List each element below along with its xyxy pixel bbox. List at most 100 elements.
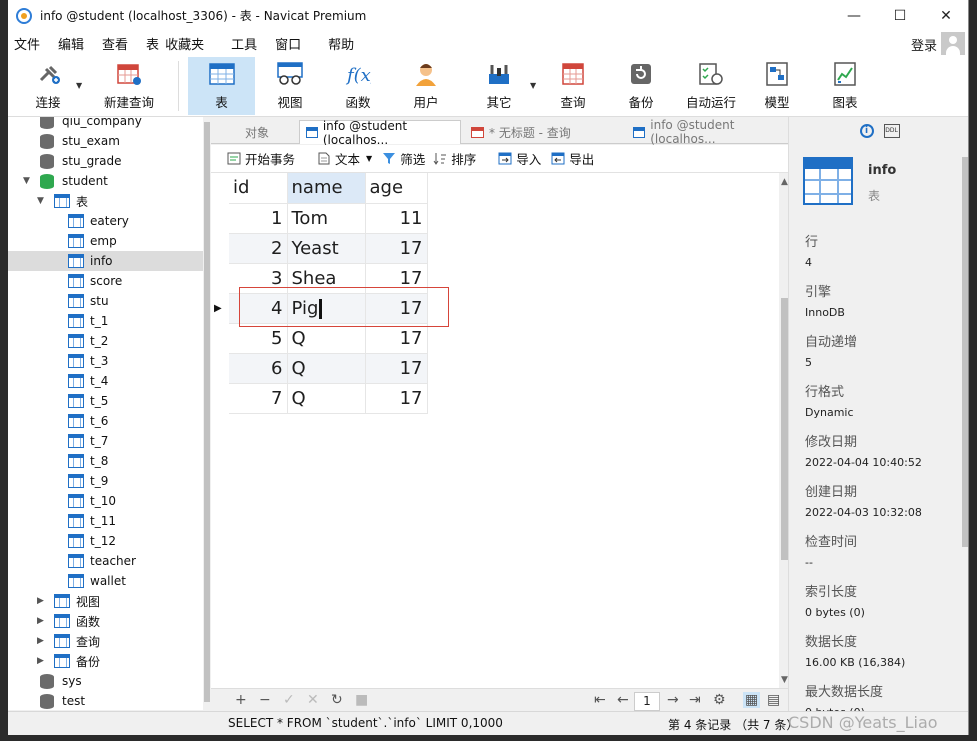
sidebar-item-t_3[interactable]: t_3 (8, 351, 203, 371)
table-button[interactable]: 表 (188, 57, 255, 115)
chart-button[interactable]: 图表 (816, 57, 874, 115)
sidebar-item-t_11[interactable]: t_11 (8, 511, 203, 531)
sidebar-item-t_9[interactable]: t_9 (8, 471, 203, 491)
sidebar-item-视图[interactable]: ▶ 视图 (8, 591, 203, 611)
info-icon[interactable]: i (859, 123, 874, 138)
settings-gear-icon[interactable]: ⚙ (713, 692, 726, 708)
sidebar-item-t_10[interactable]: t_10 (8, 491, 203, 511)
sidebar-item-emp[interactable]: emp (8, 231, 203, 251)
cell-name[interactable]: Q (287, 323, 366, 354)
sidebar-item-备份[interactable]: ▶ 备份 (8, 651, 203, 671)
cell-name[interactable]: Tom (287, 203, 366, 234)
chevron-right-icon[interactable]: ▶ (37, 656, 44, 666)
chevron-down-icon[interactable]: ▼ (76, 81, 82, 90)
cell-name[interactable]: Yeast (287, 233, 366, 264)
tab-untitled-query[interactable]: * 无标题 - 查询 (465, 120, 625, 144)
sidebar-item-stu_exam[interactable]: stu_exam (8, 131, 203, 151)
model-button[interactable]: 模型 (748, 57, 806, 115)
scroll-up-icon[interactable]: ▲ (781, 177, 788, 187)
table-row[interactable]: 2 Yeast 17 (229, 233, 428, 264)
apply-check-icon[interactable]: ✓ (283, 692, 295, 708)
function-button[interactable]: f(x) 函数 (328, 57, 388, 115)
minimize-button[interactable]: — (831, 0, 877, 31)
table-row[interactable]: 1 Tom 11 (229, 203, 428, 234)
tab-info-table-2[interactable]: info @student (localhos... (627, 118, 793, 146)
cell-age[interactable]: 17 (365, 323, 428, 354)
last-page-icon[interactable]: ⇥ (689, 692, 701, 708)
other-button[interactable]: 其它 (470, 57, 528, 115)
sidebar-item-score[interactable]: score (8, 271, 203, 291)
maximize-button[interactable]: ☐ (877, 0, 923, 31)
login-button[interactable]: 登录 (911, 35, 937, 54)
sidebar-item-t_5[interactable]: t_5 (8, 391, 203, 411)
column-header-name[interactable]: name (287, 173, 366, 204)
add-record-icon[interactable]: + (235, 692, 247, 708)
ddl-icon[interactable]: DDL (883, 123, 900, 138)
cell-age[interactable]: 17 (365, 353, 428, 384)
sidebar-scroll-thumb[interactable] (204, 122, 210, 702)
sidebar-item-t_4[interactable]: t_4 (8, 371, 203, 391)
import-button[interactable]: 导入 (498, 149, 541, 168)
text-button[interactable]: 文本 ▼ (317, 149, 372, 168)
discard-x-icon[interactable]: ✕ (307, 692, 319, 708)
sidebar-item-stu[interactable]: stu (8, 291, 203, 311)
menu-view[interactable]: 查看 (93, 34, 137, 53)
sidebar-item-student[interactable]: ▼ student (8, 171, 203, 191)
sidebar-item-wallet[interactable]: wallet (8, 571, 203, 591)
chevron-down-icon[interactable]: ▼ (530, 81, 536, 90)
menu-edit[interactable]: 编辑 (49, 34, 93, 53)
form-view-icon[interactable]: ▤ (767, 692, 780, 708)
cell-id[interactable]: 2 (229, 233, 288, 264)
sidebar-item-t_2[interactable]: t_2 (8, 331, 203, 351)
table-row[interactable]: 7 Q 17 (229, 383, 428, 414)
prev-page-icon[interactable]: ← (617, 692, 629, 708)
auto-run-button[interactable]: 自动运行 (676, 57, 746, 115)
connect-button[interactable]: 连接 (22, 57, 74, 115)
user-button[interactable]: 用户 (396, 57, 456, 115)
sidebar-item-teacher[interactable]: teacher (8, 551, 203, 571)
filter-button[interactable]: 筛选 (382, 149, 425, 168)
sidebar-item-eatery[interactable]: eatery (8, 211, 203, 231)
menu-tools[interactable]: 工具 (213, 34, 266, 53)
cell-name[interactable]: Q (287, 353, 366, 384)
sidebar-item-sys[interactable]: sys (8, 671, 203, 691)
cell-age[interactable]: 17 (365, 233, 428, 264)
next-page-icon[interactable]: → (667, 692, 679, 708)
cell-id[interactable]: 7 (229, 383, 288, 414)
sidebar-item-t_12[interactable]: t_12 (8, 531, 203, 551)
cell-name[interactable]: Q (287, 383, 366, 414)
stop-icon[interactable]: ■ (355, 692, 368, 708)
scroll-down-icon[interactable]: ▼ (781, 675, 788, 685)
sidebar-item-qiu_company[interactable]: qiu_company (8, 117, 203, 131)
sidebar-item-stu_grade[interactable]: stu_grade (8, 151, 203, 171)
sidebar-item-查询[interactable]: ▶ 查询 (8, 631, 203, 651)
grid-view-icon[interactable]: ▦ (743, 692, 761, 708)
sidebar-item-表[interactable]: ▼ 表 (8, 191, 203, 211)
menu-help[interactable]: 帮助 (310, 34, 363, 53)
sidebar-item-t_7[interactable]: t_7 (8, 431, 203, 451)
sidebar-item-t_8[interactable]: t_8 (8, 451, 203, 471)
sidebar-item-函数[interactable]: ▶ 函数 (8, 611, 203, 631)
query-button[interactable]: 查询 (544, 57, 602, 115)
menu-table[interactable]: 表 (137, 34, 162, 53)
column-header-id[interactable]: id (229, 173, 288, 204)
tab-objects[interactable]: 对象 (239, 120, 294, 144)
view-button[interactable]: 视图 (260, 57, 320, 115)
sidebar-item-t_1[interactable]: t_1 (8, 311, 203, 331)
cell-id[interactable]: 5 (229, 323, 288, 354)
chevron-down-icon[interactable]: ▼ (37, 196, 44, 206)
cell-id[interactable]: 1 (229, 203, 288, 234)
first-page-icon[interactable]: ⇤ (594, 692, 606, 708)
info-panel-scroll-thumb[interactable] (962, 157, 968, 547)
sidebar-item-info[interactable]: info (8, 251, 203, 271)
delete-record-icon[interactable]: − (259, 692, 271, 708)
table-row[interactable]: 6 Q 17 (229, 353, 428, 384)
chevron-down-icon[interactable]: ▼ (23, 176, 30, 186)
refresh-icon[interactable]: ↻ (331, 692, 343, 708)
column-header-age[interactable]: age (365, 173, 428, 204)
chevron-right-icon[interactable]: ▶ (37, 636, 44, 646)
close-button[interactable]: ✕ (923, 0, 968, 31)
cell-age[interactable]: 11 (365, 203, 428, 234)
menu-file[interactable]: 文件 (8, 34, 49, 53)
cell-id[interactable]: 6 (229, 353, 288, 384)
